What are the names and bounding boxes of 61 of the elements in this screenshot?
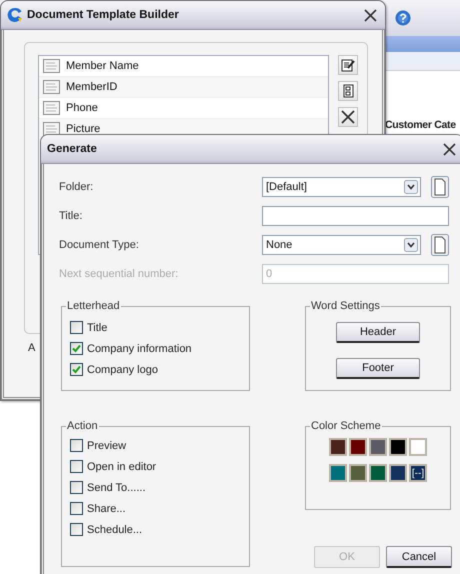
color-swatch[interactable] — [329, 438, 347, 456]
field-label: Folder: — [59, 181, 94, 193]
checkbox[interactable] — [70, 523, 83, 536]
checkbox[interactable] — [70, 460, 83, 473]
checkbox[interactable] — [70, 342, 83, 355]
document-icon — [43, 101, 60, 115]
color-swatch[interactable] — [409, 438, 427, 456]
new-document-button[interactable] — [431, 176, 449, 198]
color-swatch[interactable] — [349, 438, 367, 456]
list-item[interactable]: MemberID — [66, 81, 118, 93]
checkbox[interactable] — [70, 321, 83, 334]
copy-button[interactable] — [338, 81, 358, 101]
list-item[interactable]: Picture — [66, 123, 100, 135]
dropdown[interactable]: None — [262, 235, 421, 255]
delete-button[interactable] — [338, 107, 358, 127]
checkbox-label: Title — [87, 322, 108, 334]
checkbox-label: Preview — [87, 440, 126, 452]
app-logo-icon — [7, 7, 23, 23]
group-title: Word Settings — [310, 299, 381, 313]
column-label: Customer Cate — [385, 119, 456, 131]
color-swatch[interactable] — [389, 464, 407, 482]
help-icon[interactable] — [395, 10, 411, 26]
list-item[interactable]: Phone — [66, 102, 98, 114]
field-label: Document Type: — [59, 239, 140, 251]
checkbox[interactable] — [70, 502, 83, 515]
color-swatch[interactable] — [329, 464, 347, 482]
close-icon[interactable] — [443, 142, 456, 156]
color-swatch[interactable] — [369, 438, 387, 456]
document-icon — [43, 59, 60, 73]
checkbox[interactable] — [70, 363, 83, 376]
checkbox-label: Company logo — [87, 364, 158, 376]
field-label: Title: — [59, 210, 84, 222]
color-swatch[interactable] — [349, 464, 367, 482]
color-swatch[interactable]: [--] — [409, 464, 427, 482]
new-document-button[interactable] — [431, 234, 449, 256]
dialog-button[interactable]: Cancel — [386, 546, 452, 568]
color-swatch[interactable] — [389, 438, 407, 456]
checkbox[interactable] — [70, 439, 83, 452]
checkbox-label: Schedule... — [87, 524, 142, 536]
edit-icon — [341, 58, 355, 72]
settings-button[interactable]: Header — [336, 322, 420, 343]
list-item[interactable]: Member Name — [66, 60, 139, 72]
checkbox-label: Share... — [87, 502, 126, 514]
dialog-title: Generate — [47, 143, 98, 155]
checkbox-label: Open in editor — [87, 460, 156, 472]
dropdown[interactable]: [Default] — [262, 177, 421, 197]
field-label: Next sequential number: — [59, 268, 180, 280]
edit-button[interactable] — [338, 55, 358, 75]
input-field[interactable] — [262, 206, 449, 226]
color-swatch[interactable] — [369, 464, 387, 482]
document-icon — [341, 84, 355, 98]
settings-button[interactable]: Footer — [336, 358, 420, 379]
document-icon — [43, 80, 60, 94]
checkbox-label: Company information — [87, 342, 192, 354]
field-label: A — [28, 342, 36, 354]
checkbox[interactable] — [70, 481, 83, 494]
close-icon — [341, 110, 355, 124]
close-icon[interactable] — [364, 8, 377, 22]
window-title: Document Template Builder — [27, 9, 180, 21]
checkbox-label: Send To...... — [87, 482, 146, 494]
input-field: 0 — [262, 264, 449, 284]
